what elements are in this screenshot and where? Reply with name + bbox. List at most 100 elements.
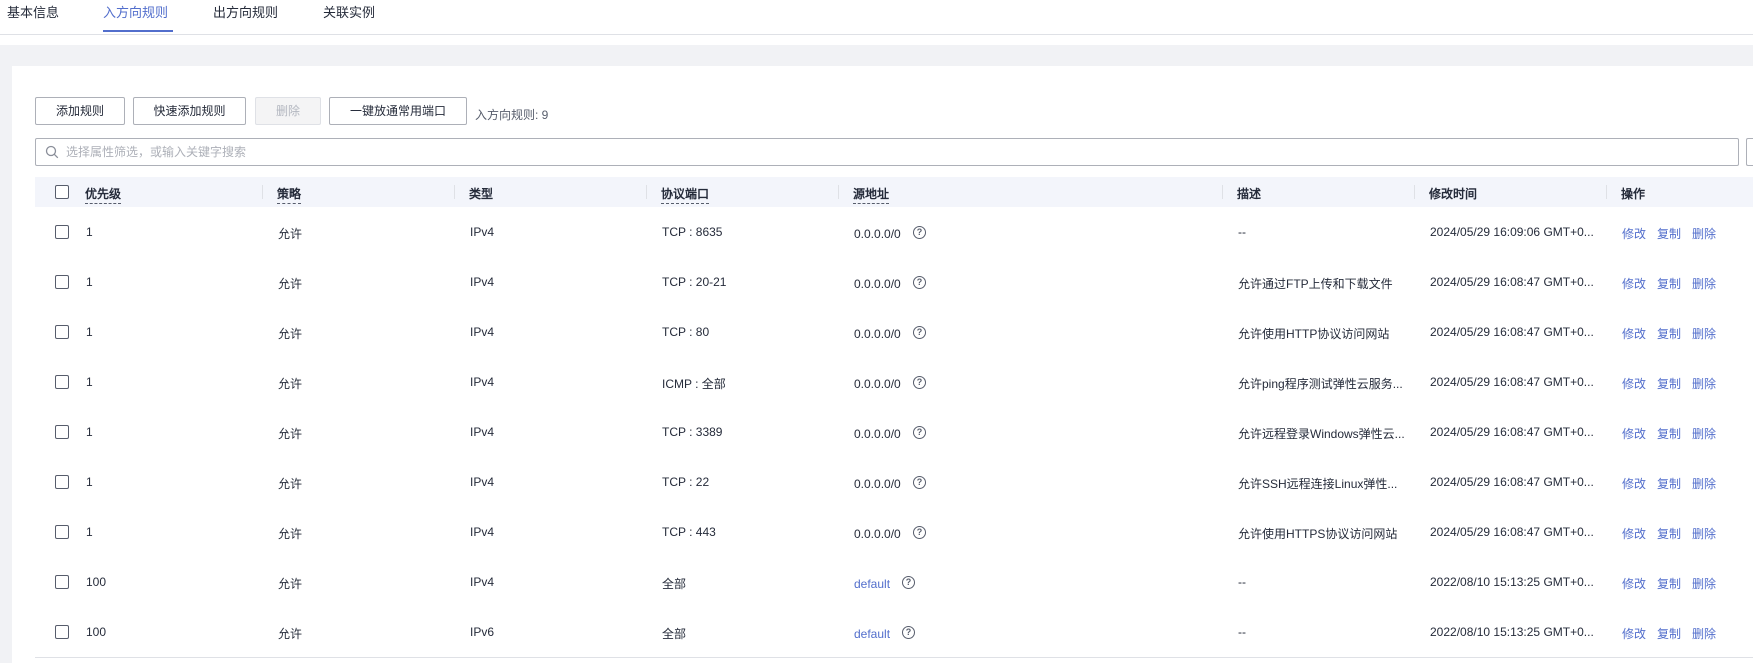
edit-link[interactable]: 修改 xyxy=(1622,425,1646,442)
column-divider xyxy=(1606,185,1607,199)
cell-policy: 允许 xyxy=(278,477,303,491)
select-all-checkbox[interactable] xyxy=(55,185,69,199)
cell-source: 0.0.0.0/0 xyxy=(854,377,901,391)
column-protocol-port[interactable]: 协议端口 xyxy=(661,185,710,204)
delete-link[interactable]: 删除 xyxy=(1692,275,1716,292)
open-common-ports-button[interactable]: 一键放通常用端口 xyxy=(329,97,467,125)
table-row: 1 允许 IPv4 TCP : 22 0.0.0.0/0? 允许SSH远程连接Linux弹… xyxy=(35,457,1753,508)
copy-link[interactable]: 复制 xyxy=(1657,475,1681,492)
help-icon[interactable]: ? xyxy=(913,326,926,339)
delete-link[interactable]: 删除 xyxy=(1692,225,1716,242)
column-priority[interactable]: 优先级 xyxy=(85,185,122,204)
search-side-button[interactable] xyxy=(1746,138,1753,166)
column-modified-time: 修改时间 xyxy=(1429,187,1478,201)
cell-policy: 允许 xyxy=(278,377,303,391)
cell-priority: 1 xyxy=(86,425,93,439)
row-checkbox[interactable] xyxy=(55,575,69,589)
cell-priority: 1 xyxy=(86,325,93,339)
cell-description: 允许使用HTTPS协议访问网站 xyxy=(1238,527,1398,541)
cell-type: IPv4 xyxy=(470,425,495,439)
copy-link[interactable]: 复制 xyxy=(1657,625,1681,642)
cell-source: 0.0.0.0/0 xyxy=(854,477,901,491)
row-checkbox[interactable] xyxy=(55,325,69,339)
tab-associated-instances[interactable]: 关联实例 xyxy=(323,4,375,22)
row-checkbox[interactable] xyxy=(55,225,69,239)
delete-link[interactable]: 删除 xyxy=(1692,425,1716,442)
cell-policy: 允许 xyxy=(278,627,303,641)
table-row: 100 允许 IPv6 全部 default? -- 2022/08/10 15:13:25… xyxy=(35,607,1753,658)
edit-link[interactable]: 修改 xyxy=(1622,625,1646,642)
search-box[interactable] xyxy=(35,138,1739,166)
row-checkbox[interactable] xyxy=(55,425,69,439)
edit-link[interactable]: 修改 xyxy=(1622,475,1646,492)
delete-link[interactable]: 删除 xyxy=(1692,475,1716,492)
cell-policy: 允许 xyxy=(278,227,303,241)
cell-type: IPv6 xyxy=(470,625,495,639)
help-icon[interactable]: ? xyxy=(913,426,926,439)
table-row: 1 允许 IPv4 TCP : 443 0.0.0.0/0? 允许使用HTTPS协议访问网… xyxy=(35,507,1753,558)
edit-link[interactable]: 修改 xyxy=(1622,325,1646,342)
edit-link[interactable]: 修改 xyxy=(1622,375,1646,392)
cell-priority: 1 xyxy=(86,275,93,289)
delete-link[interactable]: 删除 xyxy=(1692,575,1716,592)
cell-protocol-port: TCP : 22 xyxy=(662,475,710,489)
delete-link[interactable]: 删除 xyxy=(1692,325,1716,342)
copy-link[interactable]: 复制 xyxy=(1657,325,1681,342)
edit-link[interactable]: 修改 xyxy=(1622,575,1646,592)
copy-link[interactable]: 复制 xyxy=(1657,425,1681,442)
cell-priority: 100 xyxy=(86,575,107,589)
delete-link[interactable]: 删除 xyxy=(1692,525,1716,542)
copy-link[interactable]: 复制 xyxy=(1657,375,1681,392)
source-group-link[interactable]: default xyxy=(854,577,890,591)
search-input[interactable] xyxy=(66,142,1726,162)
cell-priority: 1 xyxy=(86,375,93,389)
copy-link[interactable]: 复制 xyxy=(1657,275,1681,292)
add-rule-button[interactable]: 添加规则 xyxy=(35,97,125,125)
row-checkbox[interactable] xyxy=(55,525,69,539)
column-source[interactable]: 源地址 xyxy=(853,185,890,204)
row-checkbox[interactable] xyxy=(55,375,69,389)
cell-description: -- xyxy=(1238,575,1246,589)
cell-priority: 100 xyxy=(86,625,107,639)
help-icon[interactable]: ? xyxy=(902,576,915,589)
help-icon[interactable]: ? xyxy=(913,526,926,539)
table-row: 1 允许 IPv4 ICMP : 全部 0.0.0.0/0? 允许ping程序测试弹性云服… xyxy=(35,357,1753,408)
delete-link[interactable]: 删除 xyxy=(1692,375,1716,392)
copy-link[interactable]: 复制 xyxy=(1657,525,1681,542)
tab-basic-info[interactable]: 基本信息 xyxy=(7,4,59,22)
cell-modified-time: 2024/05/29 16:08:47 GMT+0... xyxy=(1430,325,1594,339)
table-row: 1 允许 IPv4 TCP : 3389 0.0.0.0/0? 允许远程登录Windows… xyxy=(35,407,1753,458)
cell-description: 允许远程登录Windows弹性云... xyxy=(1238,427,1405,441)
row-checkbox[interactable] xyxy=(55,625,69,639)
cell-protocol-port: TCP : 80 xyxy=(662,325,710,339)
edit-link[interactable]: 修改 xyxy=(1622,225,1646,242)
cell-policy: 允许 xyxy=(278,427,303,441)
table-header: 优先级 策略 类型 协议端口 源地址 描述 修改时间 操作 xyxy=(35,177,1753,208)
delete-button[interactable]: 删除 xyxy=(255,97,321,125)
copy-link[interactable]: 复制 xyxy=(1657,225,1681,242)
cell-type: IPv4 xyxy=(470,575,495,589)
source-group-link[interactable]: default xyxy=(854,627,890,641)
column-policy[interactable]: 策略 xyxy=(277,185,302,204)
tab-outbound-rules[interactable]: 出方向规则 xyxy=(213,4,278,22)
column-description: 描述 xyxy=(1237,187,1262,201)
column-divider xyxy=(838,185,839,199)
help-icon[interactable]: ? xyxy=(913,476,926,489)
cell-priority: 1 xyxy=(86,525,93,539)
quick-add-rule-button[interactable]: 快速添加规则 xyxy=(133,97,246,125)
search-icon xyxy=(45,145,59,159)
cell-modified-time: 2024/05/29 16:08:47 GMT+0... xyxy=(1430,525,1594,539)
column-divider xyxy=(646,185,647,199)
cell-modified-time: 2024/05/29 16:08:47 GMT+0... xyxy=(1430,275,1594,289)
help-icon[interactable]: ? xyxy=(902,626,915,639)
help-icon[interactable]: ? xyxy=(913,376,926,389)
delete-link[interactable]: 删除 xyxy=(1692,625,1716,642)
help-icon[interactable]: ? xyxy=(913,276,926,289)
edit-link[interactable]: 修改 xyxy=(1622,275,1646,292)
tab-inbound-rules[interactable]: 入方向规则 xyxy=(103,4,168,22)
row-checkbox[interactable] xyxy=(55,275,69,289)
edit-link[interactable]: 修改 xyxy=(1622,525,1646,542)
row-checkbox[interactable] xyxy=(55,475,69,489)
copy-link[interactable]: 复制 xyxy=(1657,575,1681,592)
help-icon[interactable]: ? xyxy=(913,226,926,239)
